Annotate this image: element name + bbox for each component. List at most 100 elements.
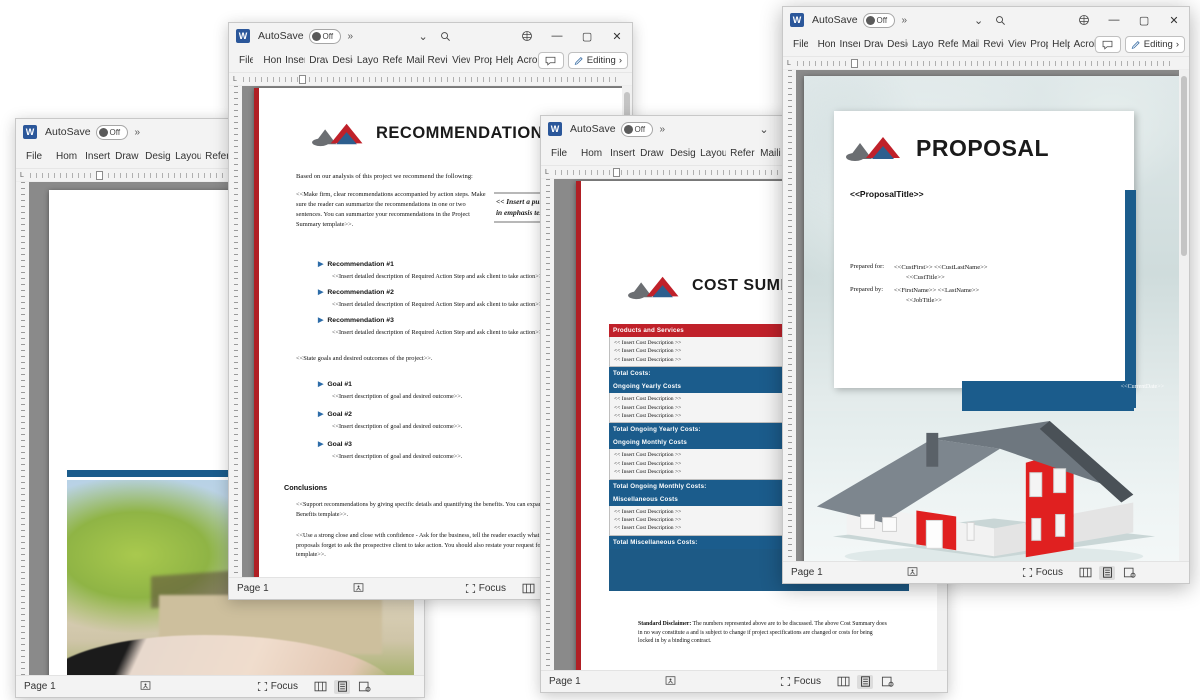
accessibility-checker-icon[interactable]: [353, 582, 364, 596]
print-layout-icon[interactable]: [334, 679, 350, 694]
comment-icon[interactable]: [537, 52, 564, 69]
horizontal-ruler[interactable]: L: [783, 57, 1189, 70]
ruler-indent-marker[interactable]: [96, 171, 103, 180]
horizontal-ruler[interactable]: L: [229, 73, 632, 86]
tab-review[interactable]: Revie: [979, 36, 1004, 53]
tab-file[interactable]: File: [789, 36, 808, 53]
tab-help[interactable]: Help: [492, 52, 513, 69]
tab-layout[interactable]: Layou: [696, 145, 726, 162]
comment-icon[interactable]: [1094, 36, 1121, 53]
tab-insert[interactable]: Insert: [281, 52, 305, 69]
ribbon-options-icon[interactable]: [1073, 9, 1095, 31]
tab-file[interactable]: File: [22, 148, 46, 165]
tab-home[interactable]: Hom: [52, 148, 81, 165]
accessibility-checker-icon[interactable]: [665, 675, 676, 689]
ruler-indent-marker[interactable]: [299, 75, 306, 84]
read-mode-icon[interactable]: [312, 680, 328, 694]
autosave-switch[interactable]: Off: [95, 124, 128, 140]
ruler-tab-stop-icon[interactable]: L: [787, 60, 791, 67]
page-indicator[interactable]: Page 1: [24, 681, 84, 692]
titlebar-overflow-icon[interactable]: »: [348, 31, 353, 42]
tab-home[interactable]: Hom: [577, 145, 606, 162]
tab-insert[interactable]: Insert: [81, 148, 111, 165]
vertical-scrollbar[interactable]: [1179, 70, 1189, 561]
minimize-button[interactable]: —: [542, 23, 572, 49]
maximize-button[interactable]: ▢: [1129, 7, 1159, 33]
titlebar-caret-icon[interactable]: ⌄: [412, 25, 434, 47]
accessibility-checker-icon[interactable]: [907, 566, 918, 580]
document-page[interactable]: PROPOSAL <<ProposalTitle>> Prepared for:…: [804, 76, 1179, 561]
ribbon-right-group[interactable]: Editing ›: [1094, 36, 1189, 53]
tab-view[interactable]: View: [448, 52, 470, 69]
tab-design[interactable]: Desig: [141, 148, 171, 165]
tab-references[interactable]: Refer: [934, 36, 958, 53]
read-mode-icon[interactable]: [835, 675, 851, 689]
window-controls[interactable]: — ▢ ✕: [1099, 7, 1189, 33]
tab-help[interactable]: Help: [1048, 36, 1070, 53]
tab-proposal[interactable]: Prop: [1026, 36, 1048, 53]
tab-draw[interactable]: Draw: [305, 52, 328, 69]
minimize-button[interactable]: —: [1099, 7, 1129, 33]
autosave-toggle[interactable]: AutoSave Off: [258, 28, 341, 44]
tab-design[interactable]: Desig: [328, 52, 353, 69]
tab-insert[interactable]: Insert: [835, 36, 859, 53]
titlebar-overflow-icon[interactable]: »: [660, 124, 665, 135]
focus-mode-button[interactable]: Focus: [257, 681, 298, 692]
read-mode-icon[interactable]: [520, 582, 536, 596]
ruler-tab-stop-icon[interactable]: L: [233, 76, 237, 83]
ribbon-tabs[interactable]: File Hom Insert Draw Desig Layou Refer M…: [783, 33, 1189, 57]
ruler-tab-stop-icon[interactable]: L: [20, 172, 24, 179]
tab-design[interactable]: Desig: [883, 36, 908, 53]
ruler-indent-marker[interactable]: [613, 168, 620, 177]
tab-references[interactable]: Refer: [201, 148, 231, 165]
ruler-indent-marker[interactable]: [851, 59, 858, 68]
view-switcher[interactable]: [1077, 565, 1137, 580]
tab-references[interactable]: Refer: [726, 145, 756, 162]
tab-file[interactable]: File: [547, 145, 571, 162]
scrollbar-thumb[interactable]: [1181, 76, 1187, 256]
tab-layout[interactable]: Layou: [171, 148, 201, 165]
tab-proposal[interactable]: Prop: [470, 52, 492, 69]
autosave-switch[interactable]: Off: [620, 121, 653, 137]
tab-view[interactable]: View: [1004, 36, 1026, 53]
editing-button[interactable]: Editing ›: [1124, 36, 1185, 53]
tab-insert[interactable]: Insert: [606, 145, 636, 162]
ribbon-options-icon[interactable]: [516, 25, 538, 47]
titlebar-overflow-icon[interactable]: »: [902, 15, 907, 26]
ribbon-tabs[interactable]: File Hom Insert Draw Desig Layou Refer M…: [229, 49, 632, 73]
autosave-switch[interactable]: Off: [862, 12, 895, 28]
page-indicator[interactable]: Page 1: [237, 583, 297, 594]
tab-acrobat[interactable]: Acrob: [1070, 36, 1095, 53]
focus-mode-button[interactable]: Focus: [780, 676, 821, 687]
autosave-toggle[interactable]: AutoSave Off: [570, 121, 653, 137]
tab-draw[interactable]: Draw: [636, 145, 666, 162]
accessibility-checker-icon[interactable]: [140, 680, 151, 694]
tab-home[interactable]: Hom: [814, 36, 836, 53]
ribbon-right-group[interactable]: Editing ›: [537, 52, 632, 69]
web-layout-icon[interactable]: [879, 675, 895, 689]
view-switcher[interactable]: [312, 679, 372, 694]
close-button[interactable]: ✕: [1159, 7, 1189, 33]
tab-mailings[interactable]: Maili: [756, 145, 785, 162]
autosave-switch[interactable]: Off: [308, 28, 341, 44]
maximize-button[interactable]: ▢: [572, 23, 602, 49]
web-layout-icon[interactable]: [1121, 566, 1137, 580]
tab-file[interactable]: File: [235, 52, 253, 69]
page-indicator[interactable]: Page 1: [549, 676, 609, 687]
page-indicator[interactable]: Page 1: [791, 567, 851, 578]
tab-layout[interactable]: Layou: [908, 36, 934, 53]
titlebar-caret-icon[interactable]: ⌄: [968, 9, 990, 31]
autosave-toggle[interactable]: AutoSave Off: [812, 12, 895, 28]
window-controls[interactable]: — ▢ ✕: [542, 23, 632, 49]
tab-review[interactable]: Revie: [424, 52, 449, 69]
focus-mode-button[interactable]: Focus: [465, 583, 506, 594]
tab-references[interactable]: Refer: [378, 52, 402, 69]
document-scroll-area[interactable]: PROPOSAL <<ProposalTitle>> Prepared for:…: [796, 70, 1179, 561]
tab-home[interactable]: Hom: [259, 52, 281, 69]
titlebar-caret-icon[interactable]: ⌄: [753, 118, 775, 140]
print-layout-icon[interactable]: [857, 674, 873, 689]
focus-mode-button[interactable]: Focus: [1022, 567, 1063, 578]
read-mode-icon[interactable]: [1077, 566, 1093, 580]
print-layout-icon[interactable]: [1099, 565, 1115, 580]
search-icon[interactable]: [990, 9, 1012, 31]
